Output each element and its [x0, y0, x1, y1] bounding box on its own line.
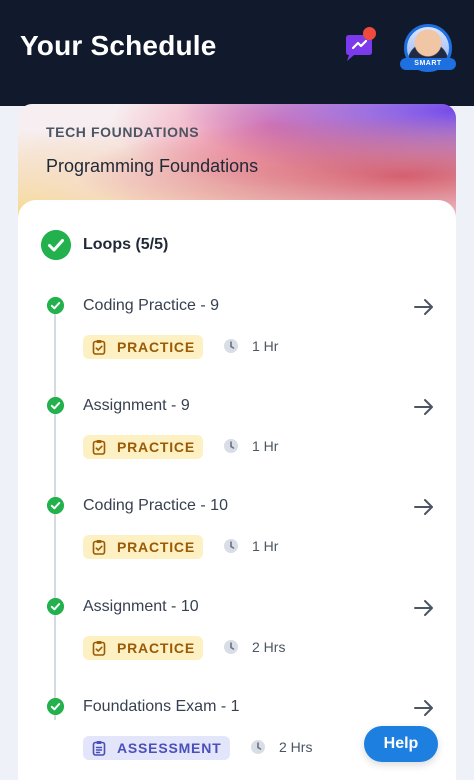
duration-text: 2 Hrs — [252, 639, 286, 655]
item-title: Foundations Exam - 1 — [83, 698, 240, 715]
tag-label: PRACTICE — [117, 339, 195, 355]
arrow-right-icon[interactable] — [412, 395, 436, 419]
clock-icon — [224, 640, 238, 654]
schedule-item[interactable]: Assignment - 9 PRACTICE 1 Hr — [0, 397, 474, 497]
complete-check-icon — [47, 497, 64, 514]
clipboard-check-icon — [92, 540, 106, 555]
clipboard-check-icon — [92, 340, 106, 355]
practice-tag: PRACTICE — [83, 435, 203, 459]
clock-icon — [224, 439, 238, 453]
complete-check-icon — [47, 397, 64, 414]
schedule-item[interactable]: Assignment - 10 PRACTICE 2 Hrs — [0, 598, 474, 698]
duration-text: 1 Hr — [252, 438, 279, 454]
item-title: Coding Practice - 9 — [83, 297, 220, 314]
clock-icon — [224, 339, 238, 353]
complete-check-icon — [47, 698, 64, 715]
page-title: Your Schedule — [20, 30, 217, 61]
arrow-right-icon[interactable] — [412, 596, 436, 620]
arrow-right-icon[interactable] — [412, 696, 436, 720]
top-bar: Your Schedule SMART — [0, 0, 474, 106]
item-title: Assignment - 10 — [83, 598, 199, 615]
clipboard-check-icon — [92, 440, 106, 455]
arrow-right-icon[interactable] — [412, 295, 436, 319]
clipboard-check-icon — [92, 641, 106, 656]
duration-text: 2 Hrs — [279, 739, 313, 755]
practice-tag: PRACTICE — [83, 335, 203, 359]
help-button[interactable]: Help — [364, 726, 438, 762]
clock-icon — [251, 740, 265, 754]
assessment-tag: ASSESSMENT — [83, 736, 230, 760]
item-title: Assignment - 9 — [83, 397, 190, 414]
complete-check-icon — [47, 297, 64, 314]
module-complete-check-icon — [41, 230, 71, 260]
course-name: Programming Foundations — [46, 156, 259, 176]
practice-tag: PRACTICE — [83, 535, 203, 559]
clipboard-list-icon — [92, 741, 106, 756]
complete-check-icon — [47, 598, 64, 615]
notification-dot — [363, 27, 376, 40]
item-title: Coding Practice - 10 — [83, 497, 228, 514]
schedule-item[interactable]: Coding Practice - 10 PRACTICE 1 Hr — [0, 497, 474, 597]
tag-label: PRACTICE — [117, 439, 195, 455]
duration-text: 1 Hr — [252, 338, 279, 354]
course-subtitle: TECH FOUNDATIONS — [46, 124, 200, 140]
clock-icon — [224, 539, 238, 553]
schedule-item[interactable]: Coding Practice - 9 PRACTICE 1 Hr — [0, 297, 474, 397]
arrow-right-icon[interactable] — [412, 495, 436, 519]
practice-tag: PRACTICE — [83, 636, 203, 660]
module-title: Loops (5/5) — [83, 236, 169, 253]
tag-label: PRACTICE — [117, 640, 195, 656]
avatar-badge: SMART — [400, 58, 456, 70]
duration-text: 1 Hr — [252, 538, 279, 554]
tag-label: PRACTICE — [117, 539, 195, 555]
tag-label: ASSESSMENT — [117, 740, 222, 756]
